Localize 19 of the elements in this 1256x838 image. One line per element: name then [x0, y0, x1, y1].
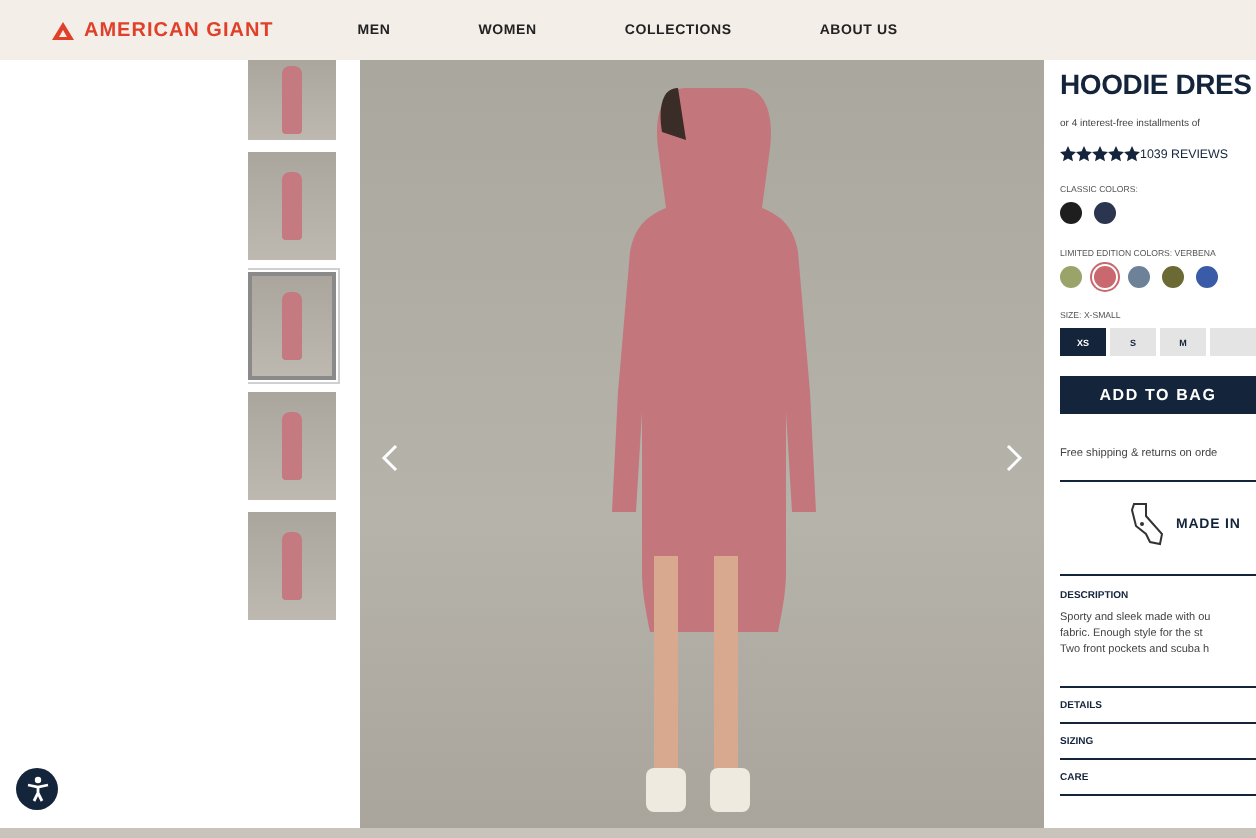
thumbnail-photo[interactable]	[248, 60, 336, 140]
color-swatch[interactable]	[1196, 266, 1218, 288]
color-swatch[interactable]	[1094, 202, 1116, 224]
add-to-bag-button[interactable]: ADD TO BAG	[1060, 376, 1256, 414]
thumbnail-photo[interactable]	[248, 512, 336, 620]
color-swatch[interactable]	[1162, 266, 1184, 288]
brand-logo[interactable]: AMERICAN GIANT	[52, 19, 274, 41]
thumbnail-photo[interactable]	[248, 152, 336, 260]
color-swatch[interactable]	[1128, 266, 1150, 288]
california-map-icon	[1130, 502, 1166, 546]
product-title: HOODIE DRES	[1060, 68, 1252, 100]
color-swatch[interactable]	[1094, 266, 1116, 288]
thumbnail-photo[interactable]	[248, 272, 336, 380]
color-swatch[interactable]	[1060, 202, 1082, 224]
logo-icon	[52, 21, 74, 39]
accessibility-icon	[25, 776, 49, 802]
thumbnail-photo[interactable]	[248, 392, 336, 500]
accessibility-button[interactable]	[16, 768, 58, 810]
color-swatch[interactable]	[1060, 266, 1082, 288]
